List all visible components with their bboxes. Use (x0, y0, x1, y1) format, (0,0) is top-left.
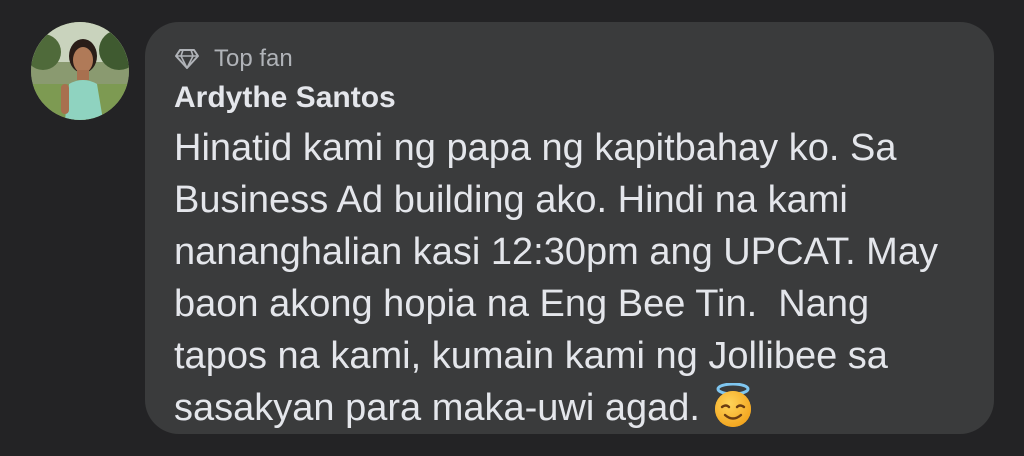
badge-label: Top fan (214, 45, 293, 72)
comment-text-content: Hinatid kami ng papa ng kapitbahay ko. S… (174, 127, 949, 429)
avatar-photo (31, 22, 129, 120)
comment-row: Top fan Ardythe Santos Hinatid kami ng p… (0, 0, 1024, 456)
diamond-icon (174, 48, 200, 70)
smiling-face-with-halo-emoji (710, 382, 756, 429)
comment-bubble: Top fan Ardythe Santos Hinatid kami ng p… (145, 22, 994, 434)
comment-text: Hinatid kami ng papa ng kapitbahay ko. S… (174, 122, 954, 434)
avatar[interactable] (31, 22, 129, 120)
top-fan-badge[interactable]: Top fan (174, 44, 966, 74)
comment-author[interactable]: Ardythe Santos (174, 78, 966, 118)
